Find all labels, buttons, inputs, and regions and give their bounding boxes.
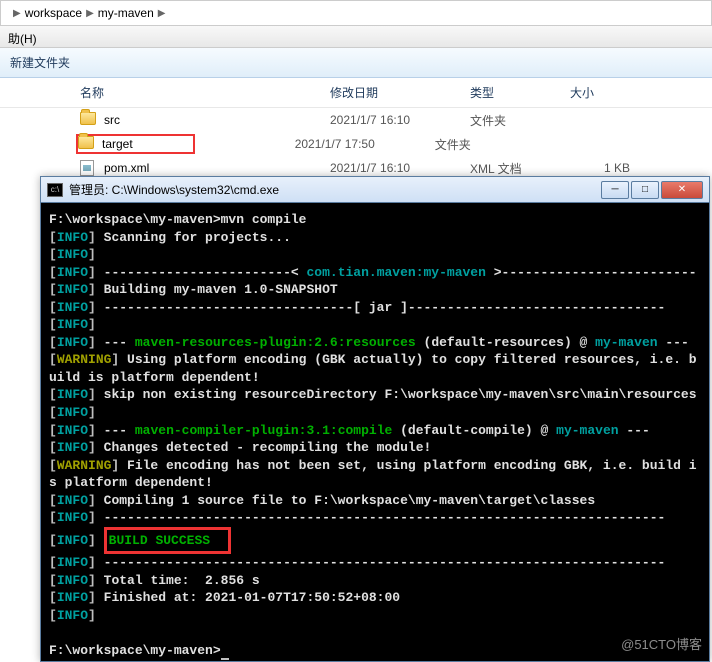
column-headers: 名称 修改日期 类型 大小 (0, 78, 712, 108)
highlight-box: target (76, 134, 195, 154)
folder-icon (78, 136, 96, 152)
file-type: 文件夹 (470, 112, 570, 129)
file-name: target (102, 137, 133, 151)
file-list: 名称 修改日期 类型 大小 src 2021/1/7 16:10 文件夹 tar… (0, 78, 712, 180)
file-type: XML 文档 (470, 160, 570, 177)
menu-help[interactable]: 助(H) (8, 32, 37, 46)
col-type[interactable]: 类型 (470, 84, 570, 101)
chevron-right-icon: ▶ (13, 8, 21, 19)
file-size: 1 KB (570, 161, 650, 175)
breadcrumb-item[interactable]: my-maven (98, 6, 154, 20)
file-name: pom.xml (104, 161, 330, 175)
chevron-right-icon: ▶ (158, 8, 166, 19)
maximize-button[interactable]: □ (631, 181, 659, 199)
col-name[interactable]: 名称 (80, 84, 330, 101)
file-type: 文件夹 (435, 136, 535, 153)
menubar: 助(H) (0, 26, 712, 48)
file-name: src (104, 113, 330, 127)
highlight-box: BUILD SUCCESS (104, 527, 231, 555)
breadcrumb-item[interactable]: workspace (25, 6, 82, 20)
close-button[interactable]: ✕ (661, 181, 703, 199)
xml-icon (80, 160, 98, 176)
col-date[interactable]: 修改日期 (330, 84, 470, 101)
cursor (221, 658, 229, 660)
file-row[interactable]: src 2021/1/7 16:10 文件夹 (0, 108, 712, 132)
file-date: 2021/1/7 16:10 (330, 161, 470, 175)
folder-icon (80, 112, 98, 128)
breadcrumb[interactable]: ▶ workspace ▶ my-maven ▶ (0, 0, 712, 26)
minimize-button[interactable]: ─ (601, 181, 629, 199)
chevron-right-icon: ▶ (86, 8, 94, 19)
titlebar[interactable]: c:\ 管理员: C:\Windows\system32\cmd.exe ─ □… (41, 177, 709, 203)
terminal-output[interactable]: F:\workspace\my-maven>mvn compile [INFO]… (41, 203, 709, 661)
window-title: 管理员: C:\Windows\system32\cmd.exe (69, 181, 601, 198)
watermark: @51CTO博客 (621, 634, 702, 653)
file-date: 2021/1/7 16:10 (330, 113, 470, 127)
new-folder-button[interactable]: 新建文件夹 (10, 56, 70, 70)
toolbar: 新建文件夹 (0, 48, 712, 78)
terminal-window: c:\ 管理员: C:\Windows\system32\cmd.exe ─ □… (40, 176, 710, 662)
cmd-icon: c:\ (47, 183, 63, 197)
file-date: 2021/1/7 17:50 (295, 137, 435, 151)
file-row[interactable]: target 2021/1/7 17:50 文件夹 (0, 132, 712, 156)
window-buttons: ─ □ ✕ (601, 181, 703, 199)
col-size[interactable]: 大小 (570, 84, 650, 101)
